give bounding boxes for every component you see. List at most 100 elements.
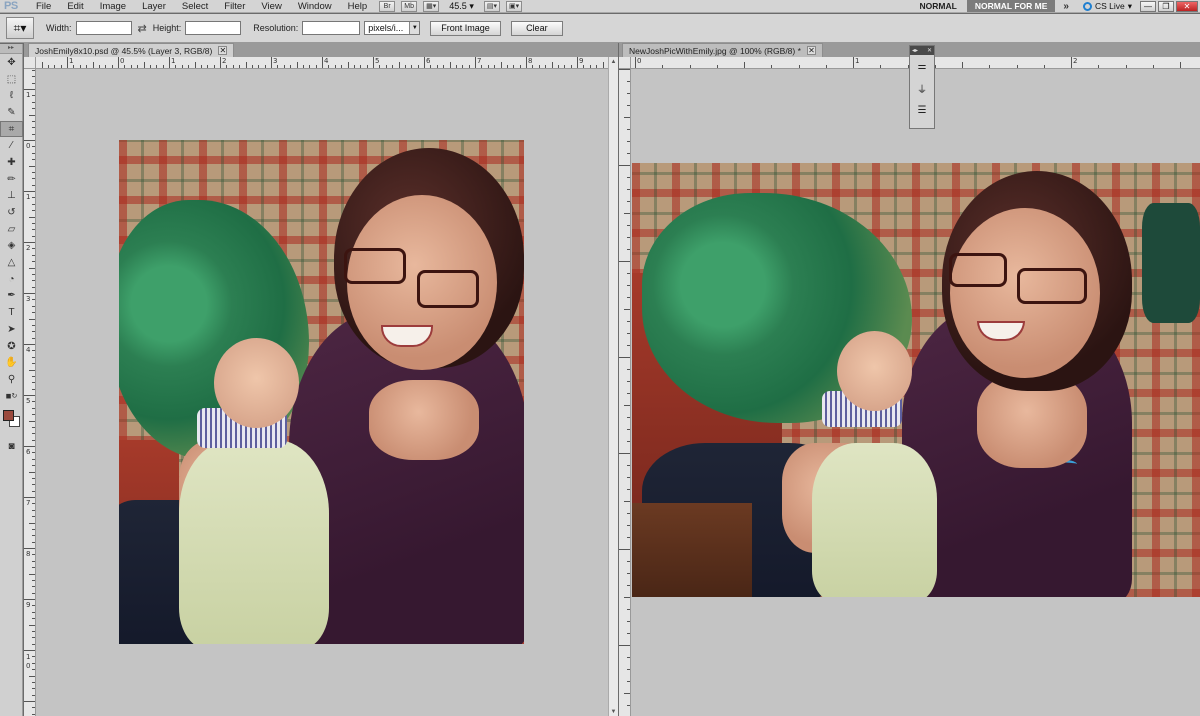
close-button[interactable]: ✕	[1176, 0, 1198, 12]
clear-button[interactable]: Clear	[510, 20, 563, 36]
menu-view[interactable]: View	[253, 1, 289, 12]
workspace-normal[interactable]: NORMAL	[910, 1, 967, 11]
minimize-button[interactable]: —	[1140, 0, 1156, 12]
zoom-level[interactable]: 45.5 ▾	[445, 1, 478, 12]
height-label: Height:	[152, 23, 182, 33]
move-tool-icon[interactable]: ✥	[0, 54, 23, 71]
blur-tool-icon[interactable]: △	[0, 254, 23, 271]
adjustment-sliders-icon[interactable]: ⚌	[910, 55, 934, 77]
zoom-tool-icon[interactable]: ⚲	[0, 371, 23, 388]
ruler-tick	[24, 548, 35, 549]
ruler-tick	[200, 65, 202, 68]
menu-window[interactable]: Window	[290, 1, 340, 12]
dodge-tool-icon[interactable]: ◔	[0, 271, 23, 288]
marquee-tool-icon[interactable]: ⬚	[0, 71, 23, 88]
ruler-tick	[143, 62, 145, 68]
canvas-photo-2[interactable]	[632, 163, 1200, 597]
workspace-normal-for-me[interactable]: NORMAL FOR ME	[966, 0, 1056, 12]
menu-image[interactable]: Image	[92, 1, 134, 12]
path-selection-tool-icon[interactable]: ➤	[0, 321, 23, 338]
pen-tool-icon[interactable]: ✒	[0, 288, 23, 305]
crop-tool-icon[interactable]: ⌗	[0, 120, 23, 138]
resolution-field[interactable]	[302, 21, 361, 35]
default-colors-icon[interactable]: ◼↻	[0, 388, 23, 405]
history-brush-tool-icon[interactable]: ↺	[0, 204, 23, 221]
layers-stack-icon[interactable]: ☰	[910, 99, 934, 121]
quick-selection-tool-icon[interactable]: ✎	[0, 104, 23, 121]
shape-tool-icon[interactable]: ✪	[0, 338, 23, 355]
ruler-tick	[347, 62, 349, 68]
ruler-tick	[538, 65, 540, 68]
ruler-tick	[290, 65, 292, 68]
workspace-more-button[interactable]: »	[1055, 1, 1077, 12]
ruler-tick	[32, 203, 35, 205]
close-icon[interactable]: ✕	[806, 46, 816, 55]
ruler-tick	[283, 65, 285, 68]
ruler-tick	[32, 286, 35, 288]
clone-stamp-tool-icon[interactable]: ⊥	[0, 188, 23, 205]
quick-mask-icon[interactable]: ◙	[0, 438, 23, 455]
vertical-ruler-1[interactable]: 1012345678910	[24, 69, 36, 716]
scroll-up-icon[interactable]: ▲	[609, 57, 618, 66]
paint-bucket-tool-icon[interactable]: ◈	[0, 238, 23, 255]
front-image-button[interactable]: Front Image	[430, 20, 501, 36]
expand-icon[interactable]: ◂▸	[912, 47, 918, 54]
menu-filter[interactable]: Filter	[216, 1, 253, 12]
lasso-tool-icon[interactable]: ℓ	[0, 87, 23, 104]
menu-select[interactable]: Select	[174, 1, 216, 12]
ruler-tick	[627, 561, 630, 562]
scroll-down-icon[interactable]: ▼	[609, 707, 618, 716]
brush-tool-icon[interactable]: ✏	[0, 171, 23, 188]
view-extras-button[interactable]: ▦▾	[423, 0, 440, 12]
restore-button[interactable]: ❐	[1158, 0, 1174, 12]
ruler-origin-2[interactable]	[619, 57, 631, 69]
screen-mode-button[interactable]: ▣▾	[506, 0, 523, 12]
horizontal-ruler-1[interactable]: 1 0 1 2 3 4 5 6 7 8 9	[36, 57, 608, 69]
usb-icon[interactable]: ⏚	[910, 77, 934, 99]
glasses-right-lens	[417, 270, 479, 308]
glasses-right-lens	[1017, 268, 1087, 304]
menu-file[interactable]: File	[28, 1, 59, 12]
menu-help[interactable]: Help	[340, 1, 376, 12]
ruler-tick	[220, 57, 221, 68]
arrange-documents-button[interactable]: ▤▾	[483, 0, 500, 12]
tools-panel-header[interactable]: ▸▸	[0, 44, 22, 54]
width-field[interactable]	[75, 21, 132, 35]
menu-layer[interactable]: Layer	[134, 1, 174, 12]
close-icon[interactable]: ✕	[218, 46, 228, 55]
width-label: Width:	[46, 23, 72, 33]
canvas-area-2[interactable]	[631, 69, 1200, 716]
menu-edit[interactable]: Edit	[59, 1, 91, 12]
height-field[interactable]	[185, 21, 242, 35]
ruler-tick	[619, 357, 630, 358]
canvas-photo-1[interactable]	[119, 140, 524, 644]
tool-preset-picker[interactable]: ⌗ ▾	[6, 17, 34, 39]
document-tab-1[interactable]: JoshEmily8x10.psd @ 45.5% (Layer 3, RGB/…	[28, 43, 235, 57]
vertical-scrollbar-1[interactable]: ▲ ▼	[608, 57, 618, 716]
panel-header[interactable]: ◂▸ ✕	[910, 46, 934, 55]
canvas-area-1[interactable]	[36, 69, 608, 716]
ruler-tick	[29, 369, 35, 371]
application-bar: Br Mb ▦▾ 45.5 ▾ ▤▾ ▣▾	[379, 0, 523, 12]
ruler-label: 1	[26, 91, 31, 99]
document-tab-1-title: JoshEmily8x10.psd @ 45.5% (Layer 3, RGB/…	[35, 45, 213, 56]
hand-tool-icon[interactable]: ✋	[0, 354, 23, 371]
eyedropper-tool-icon[interactable]: ⁄	[0, 137, 23, 154]
swap-width-height-icon[interactable]: ⇄	[138, 22, 147, 35]
healing-brush-tool-icon[interactable]: ✚	[0, 154, 23, 171]
ruler-tick	[564, 65, 566, 68]
vertical-ruler-2[interactable]	[619, 69, 631, 716]
ruler-origin-1[interactable]	[24, 57, 36, 69]
eraser-tool-icon[interactable]: ▱	[0, 221, 23, 238]
mini-bridge-button[interactable]: Mb	[401, 0, 418, 12]
cs-live-button[interactable]: CS Live ▾	[1077, 1, 1138, 12]
ruler-tick	[32, 713, 35, 715]
ruler-tick	[175, 65, 177, 68]
resolution-units-select[interactable]: pixels/i... ▼	[364, 21, 421, 35]
ruler-tick	[627, 273, 630, 274]
close-icon[interactable]: ✕	[927, 47, 932, 54]
bridge-button[interactable]: Br	[379, 0, 396, 12]
type-tool-icon[interactable]: T	[0, 304, 23, 321]
document-tab-2[interactable]: NewJoshPicWithEmily.jpg @ 100% (RGB/8) *…	[622, 43, 823, 57]
foreground-color-swatch[interactable]	[3, 410, 14, 422]
